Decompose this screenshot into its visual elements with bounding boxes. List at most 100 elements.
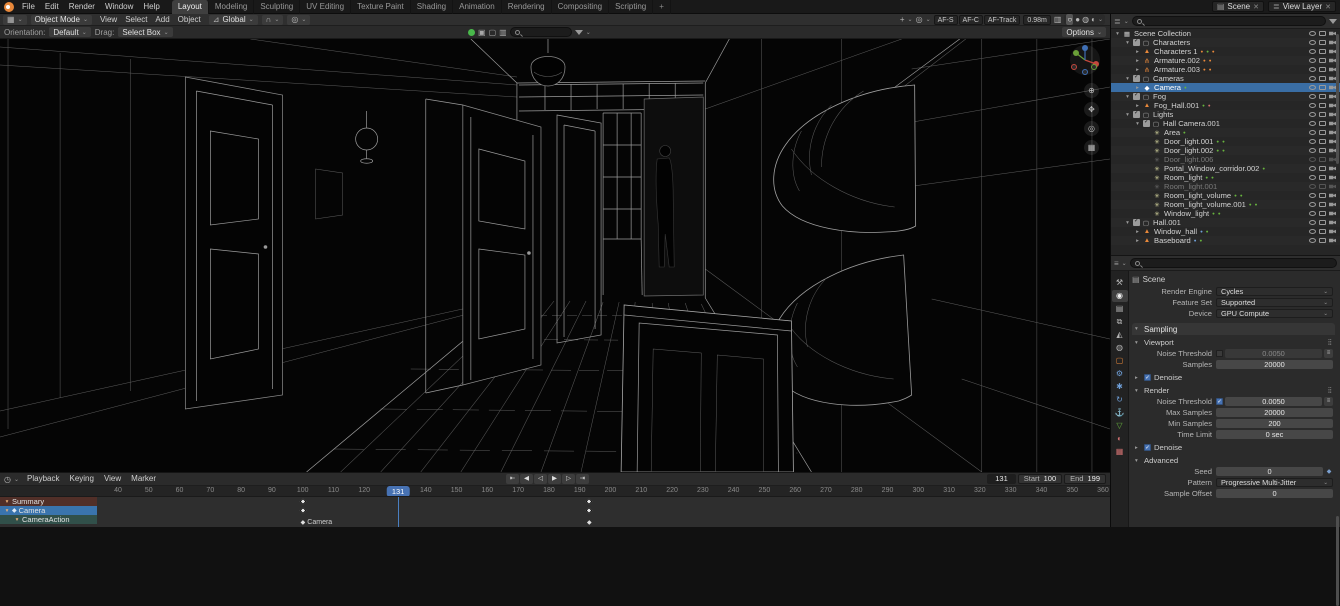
frame-start-field[interactable]: Start100 xyxy=(1018,474,1062,484)
viewport-menu-add[interactable]: Add xyxy=(151,13,173,27)
outliner-item-portal-window-corridor-002[interactable]: ✳Portal_Window_corridor.002● xyxy=(1111,164,1340,173)
menu-render[interactable]: Render xyxy=(64,0,100,14)
properties-tab-output[interactable]: ▤ xyxy=(1112,303,1128,315)
collection-checkbox[interactable] xyxy=(1133,75,1140,82)
outliner-item-hall-001[interactable]: ▾▢Hall.001 xyxy=(1111,218,1340,227)
expand-toggle-icon[interactable]: ▸ xyxy=(1134,238,1141,244)
expand-toggle-icon[interactable] xyxy=(1144,130,1151,136)
outliner-item-fog-hall-001[interactable]: ▸▲Fog_Hall.001●● xyxy=(1111,101,1340,110)
disable-in-viewports-icon[interactable] xyxy=(1319,148,1326,153)
collection-checkbox[interactable] xyxy=(1133,39,1140,46)
disable-in-viewports-icon[interactable] xyxy=(1319,157,1326,162)
disable-in-renders-icon[interactable] xyxy=(1329,229,1336,234)
section-header-denoise[interactable]: ▸✓Denoise xyxy=(1132,442,1335,453)
hide-in-viewport-icon[interactable] xyxy=(1309,211,1316,216)
expand-toggle-icon[interactable]: ▾ xyxy=(1114,31,1121,37)
disable-in-renders-icon[interactable] xyxy=(1329,238,1336,243)
expand-toggle-icon[interactable]: ▸ xyxy=(1134,103,1141,109)
disable-in-viewports-icon[interactable] xyxy=(1319,220,1326,225)
hide-in-viewport-icon[interactable] xyxy=(1309,139,1316,144)
hide-in-viewport-icon[interactable] xyxy=(1309,166,1316,171)
section-header-render[interactable]: ▾Render⣿ xyxy=(1132,385,1335,396)
hide-in-viewport-icon[interactable] xyxy=(1309,67,1316,72)
properties-tab-object-data[interactable]: ▽ xyxy=(1112,420,1128,432)
hide-in-viewport-icon[interactable] xyxy=(1309,229,1316,234)
workspace-tab-shading[interactable]: Shading xyxy=(411,0,453,14)
properties-tab-view-layer[interactable]: ⧉ xyxy=(1112,316,1128,328)
outliner-item-cameras[interactable]: ▾▢Cameras xyxy=(1111,74,1340,83)
timeline-menu-keying[interactable]: Keying xyxy=(64,472,98,486)
hide-in-viewport-icon[interactable] xyxy=(1309,40,1316,45)
jump-to-next-keyframe-button[interactable]: ▷ xyxy=(562,474,575,484)
properties-tab-modifiers[interactable]: ⚙ xyxy=(1112,368,1128,380)
hide-in-viewport-icon[interactable] xyxy=(1309,58,1316,63)
disable-in-renders-icon[interactable] xyxy=(1329,85,1336,90)
disable-in-viewports-icon[interactable] xyxy=(1319,67,1326,72)
menu-edit[interactable]: Edit xyxy=(40,0,64,14)
timeline-ruler[interactable]: 4050607080901001101201301401501601701801… xyxy=(0,486,1110,497)
animate-property-icon[interactable]: ◆ xyxy=(1325,468,1333,475)
expand-toggle-icon[interactable] xyxy=(1144,166,1151,172)
play-reverse-button[interactable]: ◁ xyxy=(534,474,547,484)
section-checkbox[interactable]: ✓ xyxy=(1144,444,1151,451)
disable-in-renders-icon[interactable] xyxy=(1329,211,1336,216)
disable-in-viewports-icon[interactable] xyxy=(1319,238,1326,243)
unlink-scene-icon[interactable]: ✕ xyxy=(1253,3,1259,11)
expand-toggle-icon[interactable]: ▾ xyxy=(1124,220,1131,226)
field-time-limit[interactable]: 0 sec xyxy=(1216,430,1333,439)
outliner-item-room-light[interactable]: ✳Room_light●● xyxy=(1111,173,1340,182)
hide-in-viewport-icon[interactable] xyxy=(1309,184,1316,189)
properties-tab-physics[interactable]: ↻ xyxy=(1112,394,1128,406)
timeline-marker[interactable]: ◆ xyxy=(587,519,592,526)
disable-in-renders-icon[interactable] xyxy=(1329,58,1336,63)
collection-checkbox[interactable] xyxy=(1133,93,1140,100)
outliner-filter-icon[interactable] xyxy=(1329,19,1337,24)
field-samples[interactable]: 20000 xyxy=(1216,360,1333,369)
disable-in-renders-icon[interactable] xyxy=(1329,40,1336,45)
presets-icon[interactable]: ⣿ xyxy=(1328,387,1332,394)
hide-in-viewport-icon[interactable] xyxy=(1309,76,1316,81)
hide-in-viewport-icon[interactable] xyxy=(1309,103,1316,108)
dropdown-render-engine[interactable]: Cycles⌄ xyxy=(1216,287,1333,296)
workspace-tab-animation[interactable]: Animation xyxy=(453,0,502,14)
expand-arrow-icon[interactable]: ▾ xyxy=(4,508,10,514)
outliner-item-baseboard[interactable]: ▸▲Baseboard●● xyxy=(1111,236,1340,245)
disable-in-viewports-icon[interactable] xyxy=(1319,40,1326,45)
disable-in-renders-icon[interactable] xyxy=(1329,103,1336,108)
play-button[interactable]: ▶ xyxy=(548,474,561,484)
hide-in-viewport-icon[interactable] xyxy=(1309,175,1316,180)
field-noise-threshold[interactable]: 0.0050 xyxy=(1225,349,1322,358)
outliner-item-fog[interactable]: ▾▢Fog xyxy=(1111,92,1340,101)
collection-checkbox[interactable] xyxy=(1133,111,1140,118)
properties-tab-object[interactable]: ▢ xyxy=(1112,355,1128,367)
outliner-item-characters[interactable]: ▾▢Characters xyxy=(1111,38,1340,47)
jump-to-end-button[interactable]: ⇥ xyxy=(576,474,589,484)
disable-in-viewports-icon[interactable] xyxy=(1319,175,1326,180)
disable-in-renders-icon[interactable] xyxy=(1329,157,1336,162)
outliner-item-window-light[interactable]: ✳Window_light●● xyxy=(1111,209,1340,218)
expand-toggle-icon[interactable]: ▾ xyxy=(1124,40,1131,46)
expand-toggle-icon[interactable] xyxy=(1144,202,1151,208)
disable-in-renders-icon[interactable] xyxy=(1329,31,1336,36)
collection-checkbox[interactable] xyxy=(1143,120,1150,127)
hide-in-viewport-icon[interactable] xyxy=(1309,220,1316,225)
outliner-search-input[interactable] xyxy=(1132,16,1326,26)
viewport-menu-view[interactable]: View xyxy=(96,13,121,27)
current-frame-field[interactable]: 131 xyxy=(987,474,1016,484)
workspace-tab-rendering[interactable]: Rendering xyxy=(502,0,552,14)
properties-tab-particles[interactable]: ✱ xyxy=(1112,381,1128,393)
properties-tab-texture[interactable]: ▦ xyxy=(1112,446,1128,458)
editor-type-button[interactable]: ▦⌄ xyxy=(3,15,27,25)
workspace-tab-uv-editing[interactable]: UV Editing xyxy=(300,0,351,14)
workspace-tab-compositing[interactable]: Compositing xyxy=(552,0,609,14)
field-seed[interactable]: 0 xyxy=(1216,467,1323,476)
xray-toggle-icon[interactable]: ▥ xyxy=(1054,15,1062,24)
properties-scrollbar[interactable] xyxy=(1336,516,1339,606)
jump-to-previous-keyframe-button[interactable]: ◀ xyxy=(520,474,533,484)
hide-in-viewport-icon[interactable] xyxy=(1309,238,1316,243)
hide-in-viewport-icon[interactable] xyxy=(1309,112,1316,117)
outliner-item-characters-1[interactable]: ▸▲Characters 1●●● xyxy=(1111,47,1340,56)
timeline-menu-view[interactable]: View xyxy=(99,472,126,486)
options-dropdown[interactable]: Options⌄ xyxy=(1062,27,1106,37)
section-header-advanced[interactable]: ▾Advanced xyxy=(1132,455,1335,466)
